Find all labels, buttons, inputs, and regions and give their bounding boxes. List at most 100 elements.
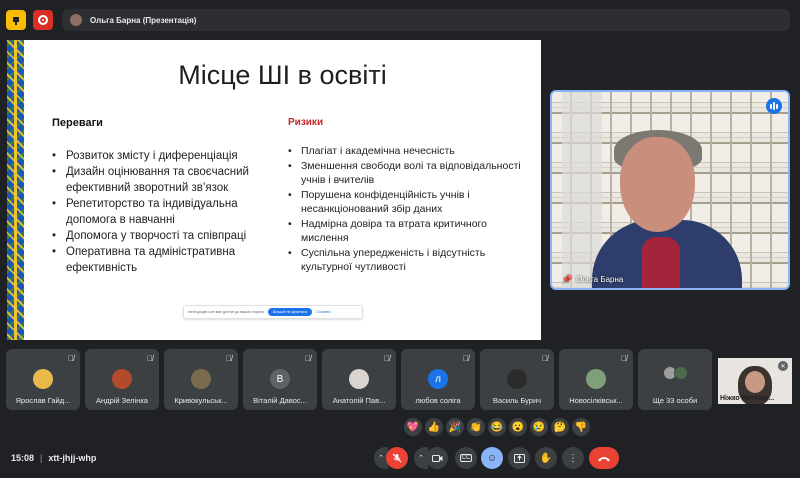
reactions-button[interactable]: ☺ [481, 447, 503, 469]
top-bar: Ольга Барна (Презентація) [0, 0, 800, 38]
avatar [507, 369, 527, 389]
camera-button[interactable] [426, 447, 448, 469]
participant-tile[interactable]: 🎙̸ Кривокульськ... [164, 349, 238, 410]
avatar: л [428, 369, 448, 389]
list-item: Розвиток змісту і диференціація [52, 148, 282, 164]
participant-tile[interactable]: 🎙̸ Анатолій Пав... [322, 349, 396, 410]
embroidery-ornament [7, 40, 24, 340]
risks-heading: Ризики [288, 117, 324, 128]
recording-button[interactable] [33, 10, 53, 30]
presentation-slide: Місце ШІ в освіті Переваги Ризики Розвит… [24, 40, 541, 340]
participant-name: Віталій Давос... [253, 396, 307, 405]
pin-icon: 📌 [562, 275, 572, 284]
self-view-tile[interactable]: ✕ Ніжко Наталія... [718, 358, 792, 404]
mic-off-icon: 🎙̸ [463, 354, 469, 363]
speaker-name-label: 📌 Ольга Барна [562, 275, 623, 284]
hang-up-icon [598, 456, 610, 461]
microphone-button[interactable] [386, 447, 408, 469]
mic-off-icon: 🎙̸ [305, 354, 311, 363]
mic-off-icon: 🎙̸ [147, 354, 153, 363]
separator: | [40, 453, 43, 463]
avatar [674, 366, 688, 380]
self-view-name: Ніжко Наталія... [720, 395, 775, 402]
raise-hand-button[interactable]: ✋ [535, 447, 557, 469]
more-participants-tile[interactable]: Ще 33 особи [638, 349, 712, 410]
reaction-sad[interactable]: 😢 [530, 418, 548, 436]
reaction-laugh[interactable]: 😂 [488, 418, 506, 436]
reaction-thinking[interactable]: 🤔 [551, 418, 569, 436]
speaker-face [620, 137, 695, 232]
camera-off-icon [431, 454, 442, 462]
mic-off-icon: 🎙̸ [621, 354, 627, 363]
hand-icon: ✋ [539, 452, 553, 464]
hide-share-bar-button[interactable]: Сховати [316, 310, 331, 314]
reactions-bar: 💖 👍 🎉 👏 😂 😮 😢 🤔 👎 [404, 416, 590, 438]
list-item: Порушена конфіденційність учнів і несанк… [288, 188, 528, 217]
list-item: Плагіат і академічна нечесність [288, 144, 528, 159]
participant-tile[interactable]: 🎙̸ Василь Бурич [480, 349, 554, 410]
slide-title: Місце ШІ в освіті [178, 60, 387, 90]
meeting-code: xtt-jhjj-whp [48, 453, 97, 463]
list-item: Дизайн оцінювання та своєчасний ефективн… [52, 164, 282, 196]
speaker-tile[interactable]: 📌 Ольга Барна [550, 90, 790, 290]
more-vertical-icon: ⋮ [568, 452, 578, 464]
presenter-chip[interactable]: Ольга Барна (Презентація) [62, 9, 790, 31]
mic-off-icon: 🎙̸ [542, 354, 548, 363]
chevron-up-icon: ⌃ [378, 455, 384, 462]
speaker-name: Ольга Барна [575, 275, 624, 284]
emoji-icon: ☺ [486, 452, 498, 464]
list-item: Репетиторство та індивідуальна допомога … [52, 196, 282, 228]
participant-name: любов соліга [415, 396, 461, 405]
participant-tile[interactable]: 🎙̸ В Віталій Давос... [243, 349, 317, 410]
reaction-heart[interactable]: 💖 [404, 418, 422, 436]
stop-sharing-button[interactable]: Більше не ділитися [267, 308, 313, 316]
more-options-button[interactable]: ⋮ [562, 447, 584, 469]
ornament-line [14, 40, 17, 340]
screen-share-bar: meet.google.com має доступ до вашого екр… [183, 305, 363, 319]
more-participants-label: Ще 33 особи [652, 396, 698, 405]
speaking-indicator-icon [766, 98, 782, 114]
participant-tile[interactable]: 🎙̸ л любов соліга [401, 349, 475, 410]
mic-off-icon: 🎙̸ [68, 354, 74, 363]
risks-list: Плагіат і академічна нечесність Зменшенн… [288, 144, 528, 275]
participant-name: Василь Бурич [492, 396, 542, 405]
avatar [112, 369, 132, 389]
captions-icon: CC [459, 454, 473, 462]
meeting-info: 15:08 | xtt-jhjj-whp [11, 453, 96, 463]
presenter-label: Ольга Барна (Презентація) [90, 15, 197, 25]
list-item: Зменшення свободи волі та відповідальнос… [288, 159, 528, 188]
record-icon [38, 15, 48, 25]
reaction-surprised[interactable]: 😮 [509, 418, 527, 436]
reaction-thumbs-down[interactable]: 👎 [572, 418, 590, 436]
benefits-list: Розвиток змісту і диференціація Дизайн о… [52, 148, 282, 276]
avatar [191, 369, 211, 389]
avatar: В [270, 369, 290, 389]
self-view-face [745, 371, 765, 393]
list-item: Оперативна та адміністративна ефективніс… [52, 244, 282, 276]
avatar [586, 369, 606, 389]
present-icon [513, 453, 525, 463]
pin-icon [13, 17, 19, 25]
participant-name: Новосілківськ... [569, 396, 623, 405]
avatar [349, 369, 369, 389]
participant-name: Андрій Зелінка [96, 396, 148, 405]
pin-button[interactable] [6, 10, 26, 30]
mic-off-icon: ✕ [778, 361, 788, 371]
reaction-party[interactable]: 🎉 [446, 418, 464, 436]
avatar [33, 369, 53, 389]
mic-off-icon [392, 453, 402, 463]
presenter-avatar [70, 14, 82, 26]
reaction-clap[interactable]: 👏 [467, 418, 485, 436]
clock-time: 15:08 [11, 453, 35, 463]
benefits-heading: Переваги [52, 117, 103, 129]
participant-tile[interactable]: 🎙̸ Андрій Зелінка [85, 349, 159, 410]
list-item: Надмірна довіра та втрата критичного мис… [288, 217, 528, 246]
more-participants-avatars [663, 366, 689, 384]
participant-tile[interactable]: 🎙̸ Ярослав Гайд... [6, 349, 80, 410]
list-item: Допомога у творчості та співпраці [52, 228, 282, 244]
reaction-thumbs-up[interactable]: 👍 [425, 418, 443, 436]
captions-button[interactable]: CC [455, 447, 477, 469]
participant-tile[interactable]: 🎙̸ Новосілківськ... [559, 349, 633, 410]
present-button[interactable] [508, 447, 530, 469]
leave-call-button[interactable] [589, 447, 619, 469]
